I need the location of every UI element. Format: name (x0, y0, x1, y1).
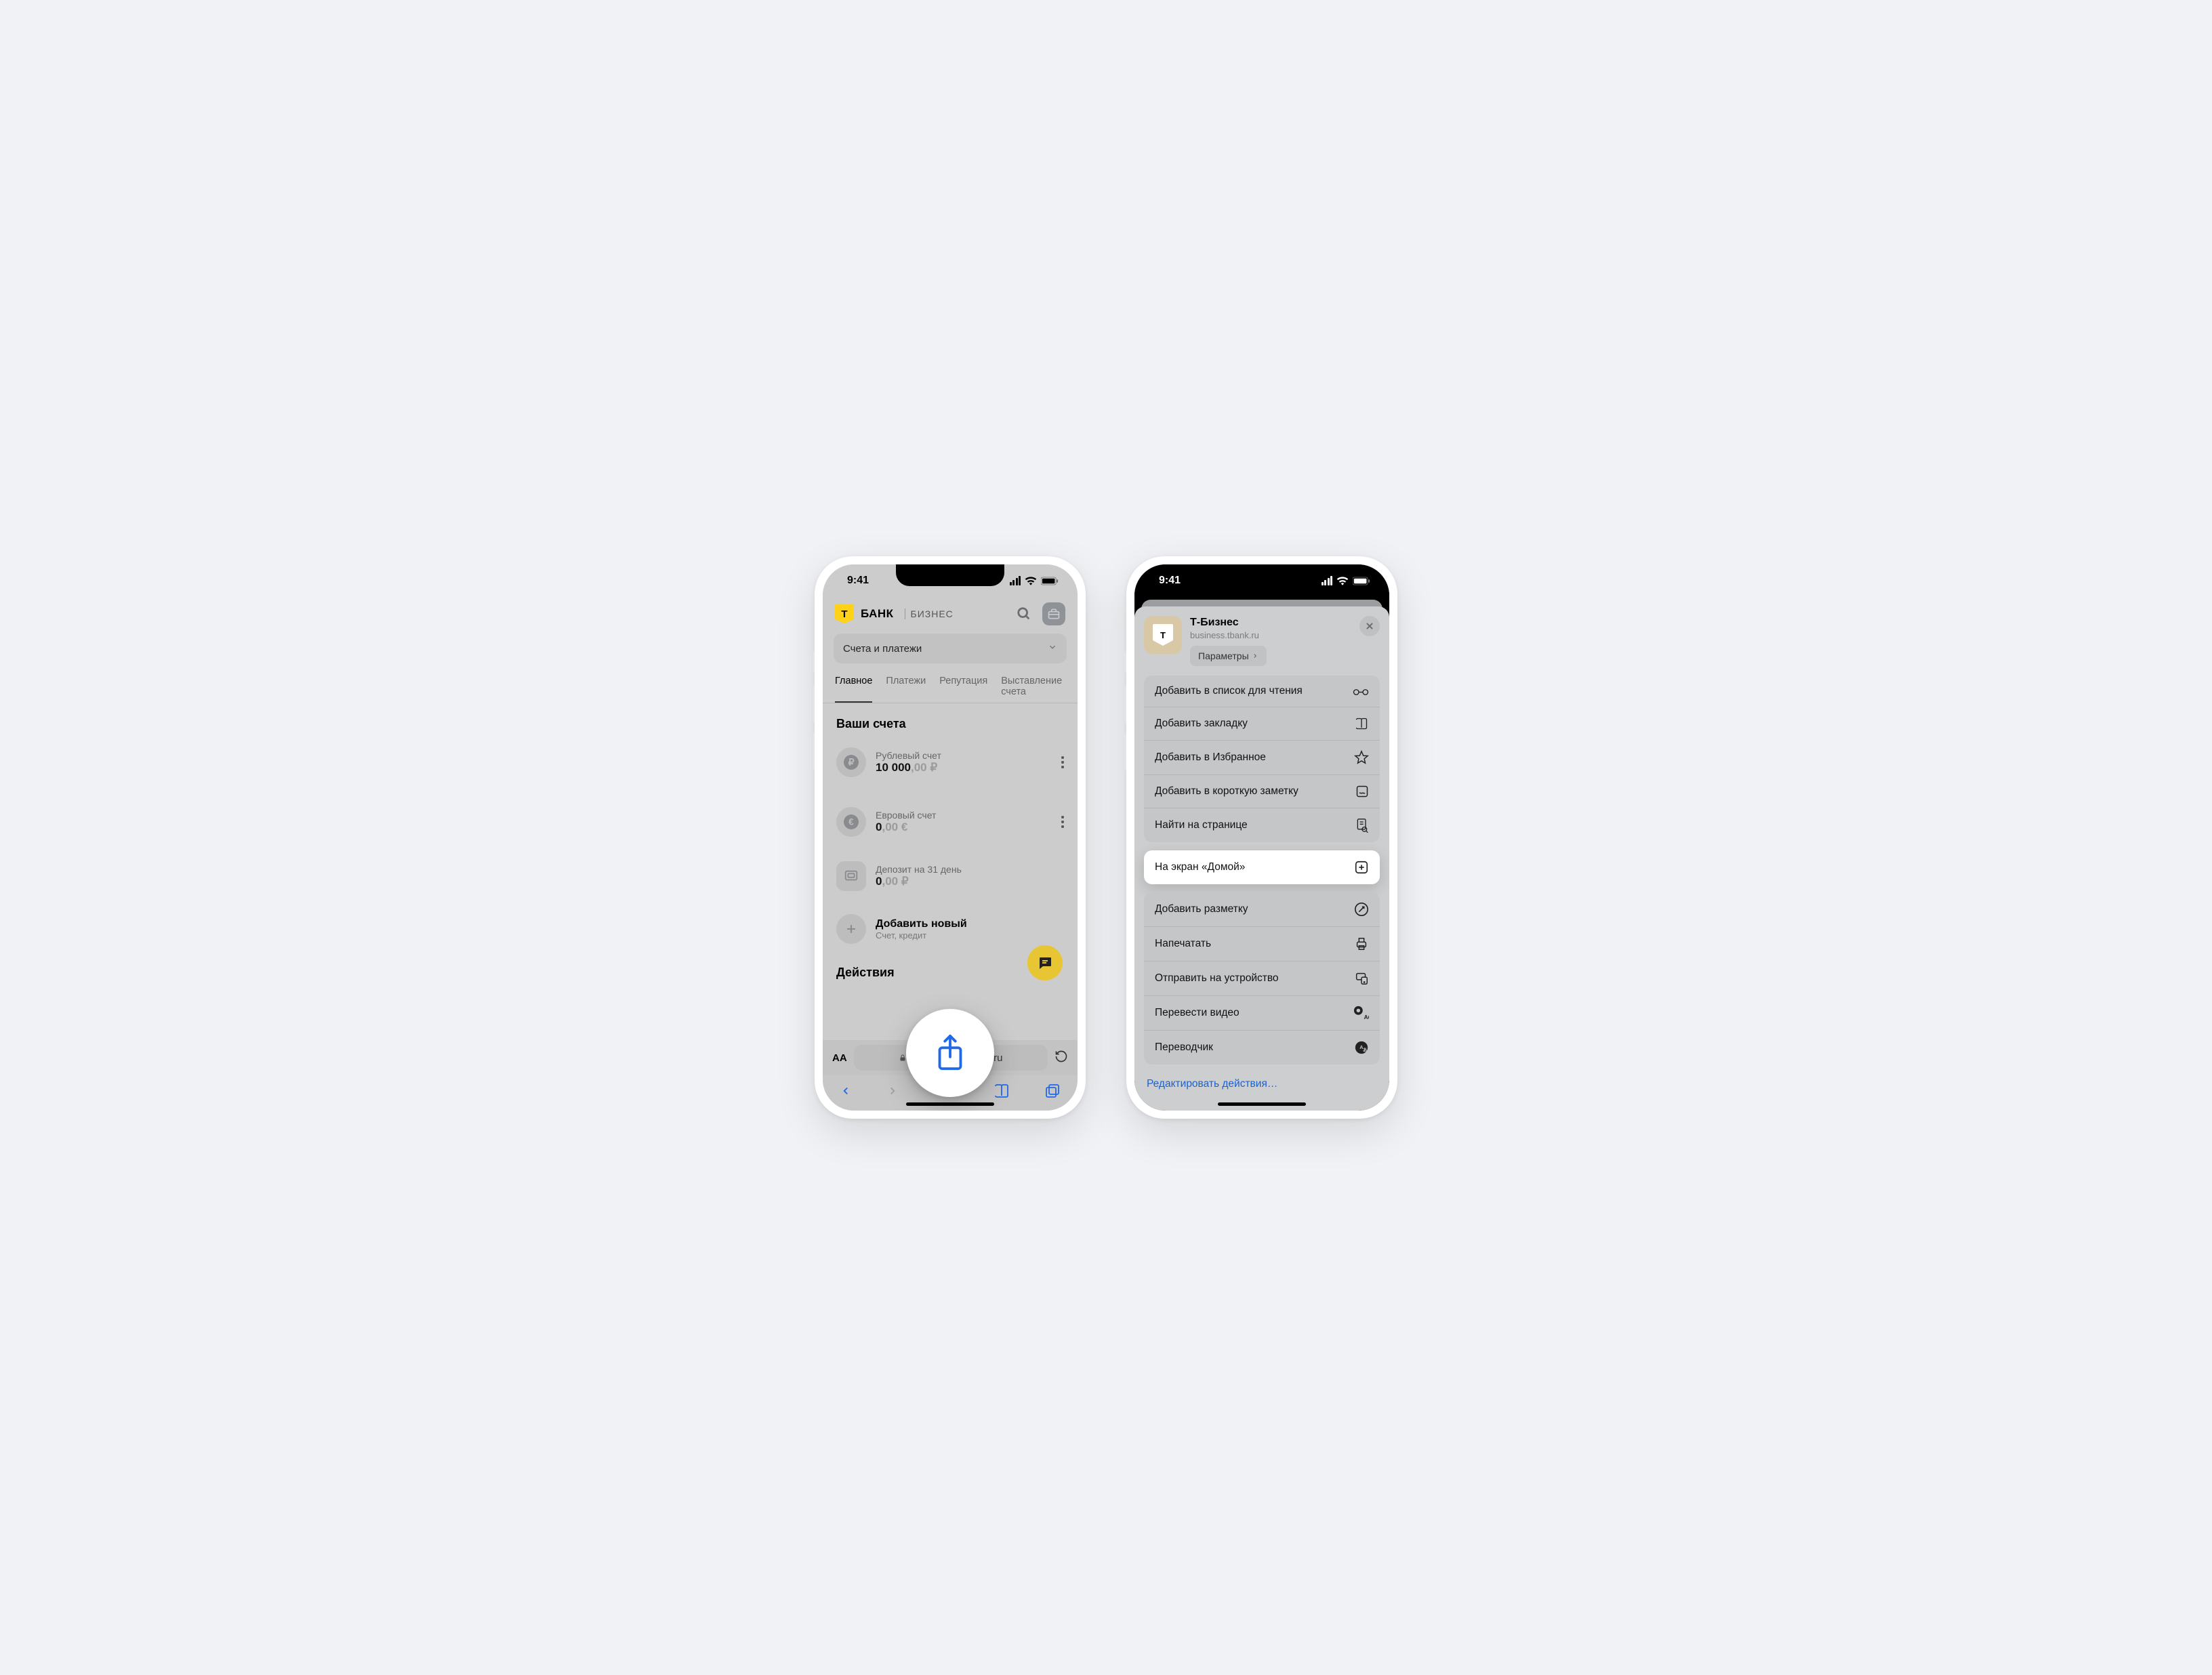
add-home-icon (1354, 860, 1369, 875)
app-header: T БАНК БИЗНЕС (823, 597, 1078, 634)
menu-send-device[interactable]: Отправить на устройство (1144, 961, 1380, 996)
chat-fab[interactable] (1027, 945, 1063, 980)
account-amount: 0,00 ₽ (876, 875, 962, 888)
share-icon[interactable] (906, 1009, 994, 1097)
sheet-url: business.tbank.ru (1190, 630, 1267, 640)
glasses-icon (1353, 686, 1369, 697)
note-icon (1355, 785, 1369, 798)
notch (896, 564, 1004, 586)
account-label: Депозит на 31 день (876, 864, 962, 875)
safe-icon (836, 861, 866, 891)
briefcase-icon[interactable] (1042, 602, 1065, 625)
chevron-right-icon (1252, 652, 1258, 660)
translator-icon: Aあ (1354, 1040, 1369, 1055)
tab-invoice[interactable]: Выставление счета (1001, 670, 1065, 703)
svg-text:あ: あ (1363, 1047, 1367, 1053)
tab-reputation[interactable]: Репутация (939, 670, 987, 703)
cell-signal-icon (1322, 576, 1333, 585)
svg-text:€: € (848, 817, 854, 827)
svg-text:A⇄: A⇄ (1364, 1014, 1369, 1020)
params-button[interactable]: Параметры (1190, 646, 1267, 666)
home-indicator[interactable] (1218, 1102, 1306, 1106)
account-amount: 0,00 € (876, 821, 936, 834)
bank-logo-icon: T (835, 604, 854, 623)
menu-markup[interactable]: Добавить разметку (1144, 892, 1380, 927)
euro-icon: € (836, 807, 866, 837)
markup-icon (1354, 902, 1369, 917)
edit-actions-link[interactable]: Редактировать действия… (1134, 1073, 1389, 1101)
notch (1208, 564, 1316, 586)
star-icon (1354, 750, 1369, 765)
close-icon[interactable] (1359, 616, 1380, 636)
home-indicator[interactable] (906, 1102, 994, 1106)
sheet-header: T Т-Бизнес business.tbank.ru Параметры (1134, 606, 1389, 673)
ruble-icon: ₽ (836, 747, 866, 777)
forward-icon[interactable] (886, 1083, 899, 1103)
menu-translator[interactable]: Переводчик Aあ (1144, 1031, 1380, 1064)
back-icon[interactable] (840, 1083, 852, 1103)
sheet-title: Т-Бизнес (1190, 616, 1267, 629)
translate-video-icon: A⇄ (1353, 1006, 1369, 1020)
account-label: Рублевый счет (876, 750, 941, 761)
reload-icon[interactable] (1054, 1050, 1068, 1067)
dropdown-label: Счета и платежи (843, 643, 922, 655)
tab-payments[interactable]: Платежи (886, 670, 926, 703)
plus-icon (836, 914, 866, 944)
account-row[interactable]: Депозит на 31 день 0,00 ₽ (823, 853, 1078, 899)
battery-icon (1353, 577, 1370, 585)
cell-signal-icon (1010, 576, 1021, 585)
tab-main[interactable]: Главное (835, 670, 872, 703)
more-icon[interactable] (1061, 756, 1064, 768)
menu-find[interactable]: Найти на странице (1144, 808, 1380, 842)
chevron-down-icon (1048, 642, 1057, 655)
menu-add-home[interactable]: На экран «Домой» (1144, 850, 1380, 884)
menu-translate-video[interactable]: Перевести видео A⇄ (1144, 996, 1380, 1031)
find-icon (1355, 818, 1369, 833)
add-title: Добавить новый (876, 918, 967, 930)
phone-right: 9:41 T (1126, 556, 1397, 1119)
book-icon (1354, 717, 1369, 730)
status-time: 9:41 (1159, 575, 1181, 587)
wifi-icon (1336, 576, 1349, 585)
menu-group: Добавить разметку Напечатать Отправить н… (1144, 892, 1380, 1064)
text-size-icon[interactable]: AA (832, 1052, 847, 1064)
url-text: ru (994, 1052, 1002, 1064)
tab-bar: Главное Платежи Репутация Выставление сч… (823, 670, 1078, 703)
account-row[interactable]: ₽ Рублевый счет 10 000,00 ₽ (823, 739, 1078, 785)
wifi-icon (1025, 576, 1037, 585)
menu-quick-note[interactable]: Добавить в короткую заметку (1144, 775, 1380, 808)
print-icon (1354, 936, 1369, 951)
add-account-row[interactable]: Добавить новый Счет, кредит (823, 906, 1078, 952)
svg-text:₽: ₽ (848, 758, 855, 768)
params-label: Параметры (1198, 650, 1249, 661)
battery-icon (1041, 577, 1059, 585)
menu-bookmark[interactable]: Добавить закладку (1144, 707, 1380, 741)
bookmarks-icon[interactable] (994, 1083, 1010, 1103)
phone-left: 9:41 T БАНК БИЗНЕС (815, 556, 1086, 1119)
brand-sub: БИЗНЕС (905, 608, 954, 619)
tabs-icon[interactable] (1044, 1083, 1061, 1103)
brand-name: БАНК (861, 607, 894, 621)
more-icon[interactable] (1061, 816, 1064, 828)
screen-share-sheet: 9:41 T (1134, 564, 1389, 1111)
menu-group: Добавить в список для чтения Добавить за… (1144, 676, 1380, 842)
app-icon: T (1144, 616, 1182, 654)
send-device-icon (1354, 971, 1369, 986)
account-label: Евровый счет (876, 810, 936, 821)
menu-favorite[interactable]: Добавить в Избранное (1144, 741, 1380, 775)
search-icon[interactable] (1012, 602, 1036, 625)
screen-bank-app: 9:41 T БАНК БИЗНЕС (823, 564, 1078, 1111)
accounts-dropdown[interactable]: Счета и платежи (834, 634, 1067, 663)
menu-print[interactable]: Напечатать (1144, 927, 1380, 961)
add-sub: Счет, кредит (876, 930, 967, 940)
account-row[interactable]: € Евровый счет 0,00 € (823, 799, 1078, 845)
accounts-title: Ваши счета (823, 703, 1078, 739)
account-amount: 10 000,00 ₽ (876, 761, 941, 774)
status-time: 9:41 (847, 575, 869, 587)
menu-reading-list[interactable]: Добавить в список для чтения (1144, 676, 1380, 707)
